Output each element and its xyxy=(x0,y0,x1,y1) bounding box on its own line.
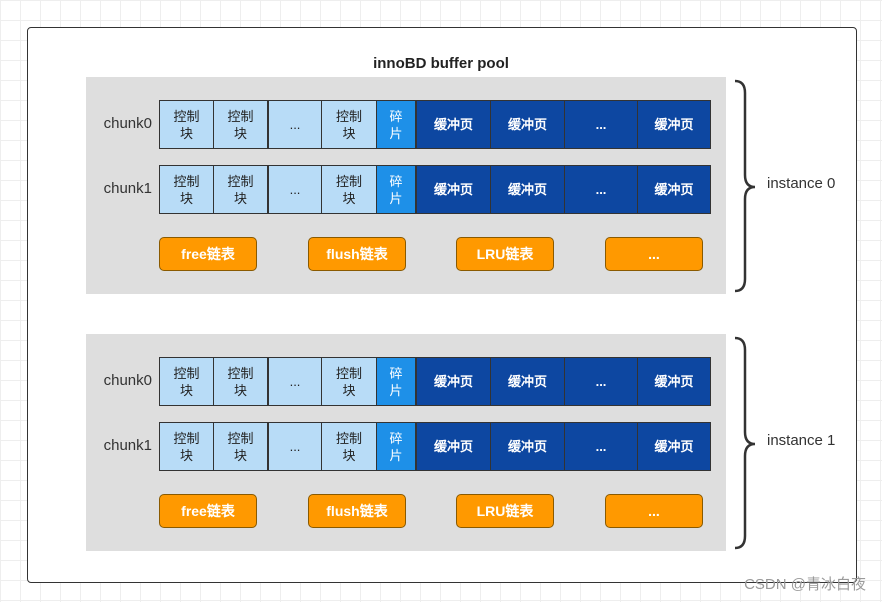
fragment-cell: 碎片 xyxy=(376,422,416,471)
buffer-page-cell: 缓冲页 xyxy=(416,100,491,149)
buffer-page-cell: ... xyxy=(564,357,638,406)
chunk-label: chunk0 xyxy=(103,115,152,132)
buffer-page-cell: 缓冲页 xyxy=(490,165,565,214)
control-block-cell: 控制块 xyxy=(213,357,268,406)
linked-list-box: ... xyxy=(605,237,703,271)
buffer-page-cell: 缓冲页 xyxy=(637,165,711,214)
chunk-label: chunk1 xyxy=(103,180,152,197)
control-block-cell: 控制块 xyxy=(321,422,377,471)
linked-list-box: ... xyxy=(605,494,703,528)
buffer-page-cell: 缓冲页 xyxy=(637,422,711,471)
chunk-label: chunk0 xyxy=(103,372,152,389)
control-block-cell: 控制块 xyxy=(321,357,377,406)
fragment-cell: 碎片 xyxy=(376,165,416,214)
linked-list-box: LRU链表 xyxy=(456,494,554,528)
control-block-cell: 控制块 xyxy=(321,165,377,214)
linked-list-box: free链表 xyxy=(159,237,257,271)
chunk-label: chunk1 xyxy=(103,437,152,454)
control-block-cell: 控制块 xyxy=(213,165,268,214)
control-block-cell: 控制块 xyxy=(321,100,377,149)
control-block-cell: ... xyxy=(268,165,322,214)
linked-list-box: flush链表 xyxy=(308,237,406,271)
watermark: CSDN @青冰白夜 xyxy=(744,576,866,593)
diagram-title: innoBD buffer pool xyxy=(373,55,509,72)
buffer-page-cell: ... xyxy=(564,422,638,471)
fragment-cell: 碎片 xyxy=(376,100,416,149)
buffer-page-cell: 缓冲页 xyxy=(416,357,491,406)
instance-label: instance 1 xyxy=(767,432,836,449)
buffer-page-cell: 缓冲页 xyxy=(416,165,491,214)
control-block-cell: ... xyxy=(268,357,322,406)
buffer-page-cell: 缓冲页 xyxy=(490,422,565,471)
linked-list-box: flush链表 xyxy=(308,494,406,528)
control-block-cell: ... xyxy=(268,100,322,149)
buffer-page-cell: 缓冲页 xyxy=(637,100,711,149)
control-block-cell: 控制块 xyxy=(213,422,268,471)
control-block-cell: 控制块 xyxy=(213,100,268,149)
linked-list-box: free链表 xyxy=(159,494,257,528)
buffer-page-cell: 缓冲页 xyxy=(490,100,565,149)
buffer-page-cell: 缓冲页 xyxy=(637,357,711,406)
curly-brace-icon xyxy=(734,336,756,550)
control-block-cell: ... xyxy=(268,422,322,471)
control-block-cell: 控制块 xyxy=(159,357,214,406)
linked-list-box: LRU链表 xyxy=(456,237,554,271)
buffer-page-cell: 缓冲页 xyxy=(416,422,491,471)
buffer-page-cell: 缓冲页 xyxy=(490,357,565,406)
buffer-page-cell: ... xyxy=(564,100,638,149)
control-block-cell: 控制块 xyxy=(159,100,214,149)
buffer-page-cell: ... xyxy=(564,165,638,214)
control-block-cell: 控制块 xyxy=(159,422,214,471)
fragment-cell: 碎片 xyxy=(376,357,416,406)
curly-brace-icon xyxy=(734,79,756,293)
instance-label: instance 0 xyxy=(767,175,836,192)
control-block-cell: 控制块 xyxy=(159,165,214,214)
